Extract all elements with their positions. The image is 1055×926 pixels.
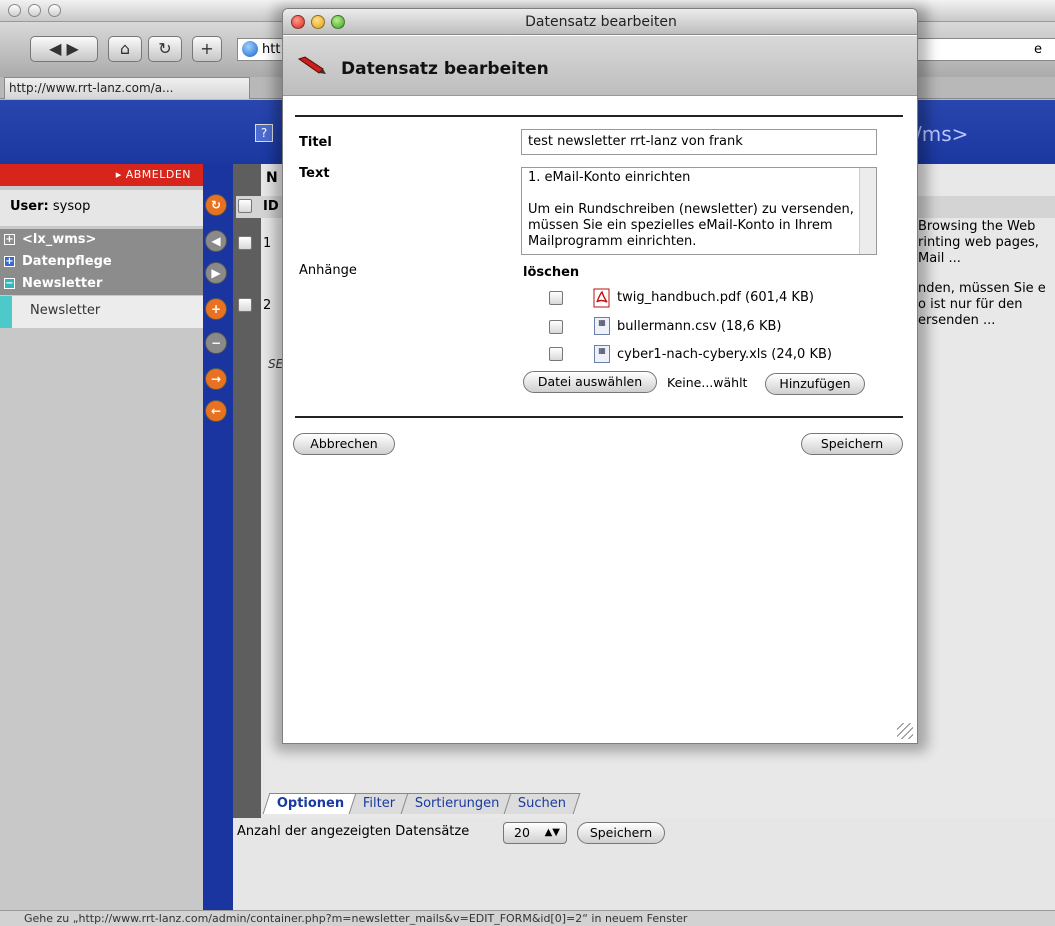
delete-file-checkbox[interactable] [549, 347, 563, 361]
add-attachment-button[interactable]: Hinzufügen [765, 373, 865, 395]
row-checkbox[interactable] [238, 236, 252, 250]
csv-icon: ▦ [594, 317, 610, 335]
text-label: Text [299, 166, 330, 181]
logout-button[interactable]: ▸ ABMELDEN [0, 164, 203, 186]
save-button[interactable]: Speichern [801, 433, 903, 455]
xls-icon: ▦ [594, 345, 610, 363]
dialog-zoom-button[interactable] [331, 15, 345, 29]
divider-strip [233, 164, 261, 894]
status-bar: Gehe zu „http://www.rrt-lanz.com/admin/c… [0, 910, 1055, 926]
globe-icon [242, 41, 258, 57]
help-icon[interactable]: ? [255, 124, 273, 142]
resize-grip[interactable] [897, 723, 913, 739]
stepper-arrows-icon: ▲▼ [544, 827, 560, 838]
tab-sortierungen[interactable]: Sortierungen [400, 793, 514, 814]
window-close-button[interactable] [8, 4, 21, 17]
options-save-button[interactable]: Speichern [577, 822, 665, 844]
top-divider [295, 115, 903, 117]
prev-page-icon[interactable]: ← [205, 400, 227, 422]
dialog-close-button[interactable] [291, 15, 305, 29]
refresh-icon[interactable]: ↻ [205, 194, 227, 216]
nav-item-newsletter[interactable]: − Newsletter [0, 273, 203, 295]
browser-tab[interactable]: http://www.rrt-lanz.com/a... [4, 77, 250, 99]
records-label: Anzahl der angezeigten Datensätze [237, 824, 470, 839]
file-name[interactable]: cyber1-nach-cybery.xls (24,0 KB) [617, 347, 832, 362]
file-name[interactable]: twig_handbuch.pdf (601,4 KB) [617, 290, 814, 305]
tab-suchen[interactable]: Suchen [503, 793, 581, 814]
back-icon[interactable]: ◀ [205, 230, 227, 252]
dialog-titlebar: Datensatz bearbeiten [283, 9, 917, 35]
delete-file-checkbox[interactable] [549, 320, 563, 334]
row-id: 1 [263, 236, 272, 251]
pdf-icon [593, 288, 611, 308]
expand-icon[interactable]: + [4, 256, 15, 267]
row-id: 2 [263, 298, 272, 313]
title-label: Titel [299, 135, 332, 150]
bottom-divider [295, 416, 903, 418]
edit-record-dialog: Datensatz bearbeiten Datensatz bearbeite… [282, 8, 918, 744]
text-scrollbar[interactable] [859, 168, 876, 254]
delete-column-header: löschen [523, 265, 580, 280]
select-all-checkbox[interactable] [238, 199, 252, 213]
window-zoom-button[interactable] [48, 4, 61, 17]
tab-optionen[interactable]: Optionen [262, 793, 359, 814]
title-field[interactable]: test newsletter rrt-lanz von frank [521, 129, 877, 155]
options-tabs: Optionen Filter Sortierungen Suchen [262, 793, 581, 815]
choose-file-button[interactable]: Datei auswählen [523, 371, 657, 393]
window-minimize-button[interactable] [28, 4, 41, 17]
user-info: User: sysop [0, 190, 203, 226]
cancel-button[interactable]: Abbrechen [293, 433, 395, 455]
row-preview: Browsing the Web rinting web pages, Mail .… [918, 219, 1055, 267]
nav-item-lx-wms[interactable]: + <lx_wms> [0, 229, 203, 251]
dialog-heading: Datensatz bearbeiten [341, 59, 549, 79]
forward-icon[interactable]: ▶ [205, 262, 227, 284]
file-name[interactable]: bullermann.csv (18,6 KB) [617, 319, 781, 334]
text-area[interactable]: 1. eMail-Konto einrichten Um ein Rundsch… [521, 167, 877, 255]
delete-file-checkbox[interactable] [549, 291, 563, 305]
pencil-icon [297, 55, 327, 75]
back-forward-button[interactable]: ◀ ▶ [30, 36, 98, 62]
expand-icon[interactable]: + [4, 234, 15, 245]
no-file-chosen-text: Keine...wählt [667, 375, 748, 390]
home-icon[interactable]: ⌂ [108, 36, 142, 62]
attachments-label: Anhänge [299, 263, 357, 278]
collapse-icon[interactable]: − [4, 278, 15, 289]
nav-item-datenpflege[interactable]: + Datenpflege [0, 251, 203, 273]
next-page-icon[interactable]: → [205, 368, 227, 390]
reload-icon[interactable]: ↻ [148, 36, 182, 62]
remove-icon[interactable]: − [205, 332, 227, 354]
records-select[interactable]: 20 ▲▼ [503, 822, 567, 844]
add-icon[interactable]: + [205, 298, 227, 320]
dialog-minimize-button[interactable] [311, 15, 325, 29]
subnav-newsletter[interactable]: Newsletter [0, 296, 203, 328]
row-checkbox[interactable] [238, 298, 252, 312]
new-tab-button[interactable]: + [192, 36, 222, 62]
row-preview: nden, müssen Sie eo ist nur für den ersen… [918, 281, 1055, 329]
